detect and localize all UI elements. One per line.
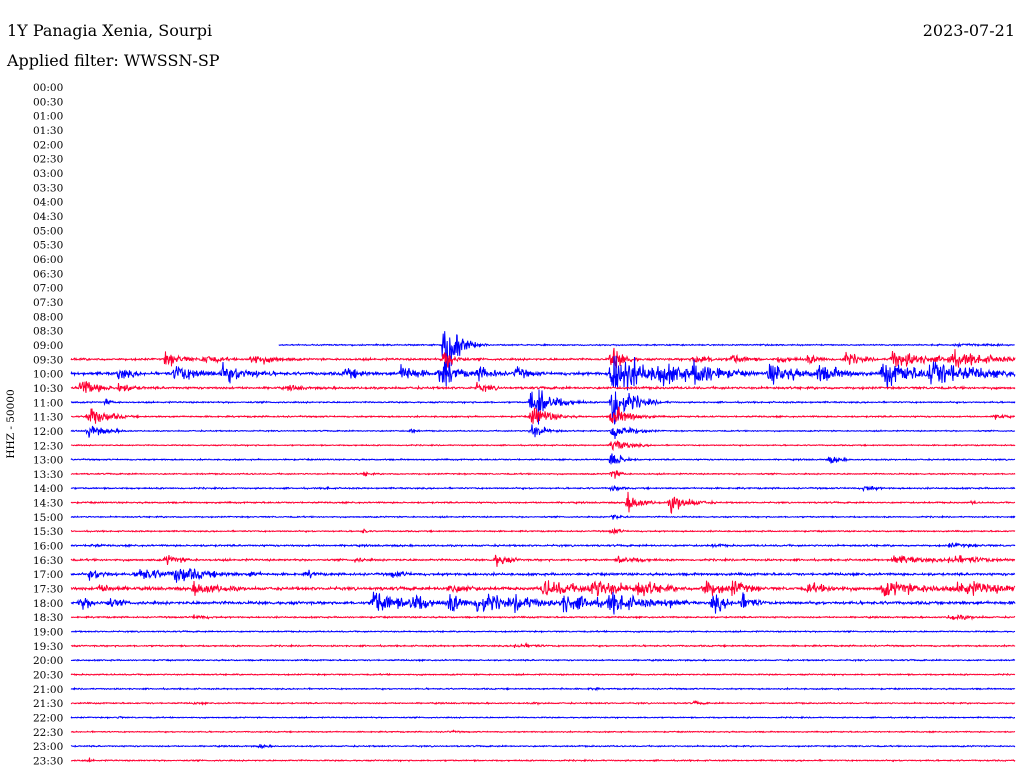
row-label-0830: 08:30 bbox=[33, 326, 63, 338]
y-axis-label: HHZ - 50000 bbox=[5, 389, 17, 458]
trace-row-2000 bbox=[70, 658, 1016, 663]
trace-row-1600 bbox=[70, 541, 1016, 549]
row-label-0600: 06:00 bbox=[33, 254, 63, 266]
row-label-2200: 22:00 bbox=[33, 713, 63, 725]
row-label-0630: 06:30 bbox=[33, 268, 63, 280]
trace-row-2330 bbox=[70, 757, 1016, 763]
row-time-labels: 00:00 00:30 01:00 01:30 02:00 02:30 03:00 03:30… bbox=[33, 82, 63, 768]
row-label-0030: 00:30 bbox=[33, 96, 63, 108]
trace-row-2030 bbox=[70, 672, 1016, 677]
seismic-traces bbox=[70, 331, 1016, 763]
row-label-2330: 23:30 bbox=[33, 756, 63, 768]
row-label-2300: 23:00 bbox=[33, 741, 63, 753]
row-label-0200: 02:00 bbox=[33, 139, 63, 151]
row-label-1600: 16:00 bbox=[33, 541, 63, 553]
trace-row-1500 bbox=[70, 514, 1016, 521]
row-label-0300: 03:00 bbox=[33, 168, 63, 180]
trace-row-2230 bbox=[70, 729, 1016, 734]
row-label-0700: 07:00 bbox=[33, 283, 63, 295]
row-label-1330: 13:30 bbox=[33, 469, 63, 481]
trace-row-1030 bbox=[70, 381, 1016, 393]
trace-row-1630 bbox=[70, 554, 1016, 567]
trace-row-1800 bbox=[70, 591, 1016, 615]
row-label-0930: 09:30 bbox=[33, 354, 63, 366]
row-label-0900: 09:00 bbox=[33, 340, 63, 352]
filter-label: Applied filter: WWSSN-SP bbox=[6, 51, 220, 70]
trace-row-2130 bbox=[70, 700, 1016, 706]
trace-row-1100 bbox=[70, 389, 1016, 425]
row-label-1700: 17:00 bbox=[33, 569, 63, 581]
row-label-0430: 04:30 bbox=[33, 211, 63, 223]
row-label-2130: 21:30 bbox=[33, 698, 63, 710]
trace-row-2300 bbox=[70, 743, 1016, 749]
row-label-1030: 10:30 bbox=[33, 383, 63, 395]
row-label-1300: 13:00 bbox=[33, 455, 63, 467]
row-label-1130: 11:30 bbox=[33, 412, 63, 424]
row-label-1230: 12:30 bbox=[33, 440, 63, 452]
row-label-1900: 19:00 bbox=[33, 627, 63, 639]
plot-date: 2023-07-21 bbox=[923, 21, 1015, 40]
row-label-1200: 12:00 bbox=[33, 426, 63, 438]
row-label-1730: 17:30 bbox=[33, 584, 63, 596]
helicorder-plot: 1Y Panagia Xenia, Sourpi 2023-07-21 Appl… bbox=[5, 21, 1016, 768]
row-label-0100: 01:00 bbox=[33, 111, 63, 123]
row-label-1100: 11:00 bbox=[33, 397, 63, 409]
row-label-1830: 18:30 bbox=[33, 612, 63, 624]
row-label-1930: 19:30 bbox=[33, 641, 63, 653]
row-label-1500: 15:00 bbox=[33, 512, 63, 524]
row-label-0330: 03:30 bbox=[33, 182, 63, 194]
row-label-0230: 02:30 bbox=[33, 154, 63, 166]
trace-row-1700 bbox=[70, 568, 1016, 583]
row-label-2230: 22:30 bbox=[33, 727, 63, 739]
trace-row-1930 bbox=[70, 641, 1016, 649]
row-label-1530: 15:30 bbox=[33, 526, 63, 538]
row-label-1800: 18:00 bbox=[33, 598, 63, 610]
trace-row-1400 bbox=[70, 484, 1016, 493]
row-label-0130: 01:30 bbox=[33, 125, 63, 137]
station-title: 1Y Panagia Xenia, Sourpi bbox=[7, 21, 212, 40]
row-label-0000: 00:00 bbox=[33, 82, 63, 94]
trace-row-1230 bbox=[70, 440, 1016, 452]
row-label-0730: 07:30 bbox=[33, 297, 63, 309]
row-label-0800: 08:00 bbox=[33, 311, 63, 323]
row-label-1400: 14:00 bbox=[33, 483, 63, 495]
trace-row-1530 bbox=[70, 527, 1016, 535]
trace-row-1000 bbox=[70, 355, 1016, 391]
trace-row-1200 bbox=[70, 424, 1016, 440]
row-label-2030: 20:30 bbox=[33, 670, 63, 682]
row-label-2000: 20:00 bbox=[33, 655, 63, 667]
trace-row-1900 bbox=[71, 629, 1016, 634]
row-label-1000: 10:00 bbox=[33, 369, 63, 381]
trace-row-2200 bbox=[70, 715, 1015, 720]
row-label-1630: 16:30 bbox=[33, 555, 63, 567]
row-label-0400: 04:00 bbox=[33, 197, 63, 209]
trace-row-0930 bbox=[70, 347, 1016, 376]
row-label-0500: 05:00 bbox=[33, 225, 63, 237]
row-label-1430: 14:30 bbox=[33, 498, 63, 510]
trace-row-1830 bbox=[70, 614, 1016, 621]
trace-row-1330 bbox=[70, 469, 1016, 479]
trace-row-2100 bbox=[70, 686, 1016, 692]
row-label-0530: 05:30 bbox=[33, 240, 63, 252]
trace-row-1430 bbox=[70, 491, 1016, 515]
trace-row-1300 bbox=[70, 453, 1016, 465]
trace-row-1730 bbox=[70, 580, 1016, 597]
row-label-2100: 21:00 bbox=[33, 684, 63, 696]
